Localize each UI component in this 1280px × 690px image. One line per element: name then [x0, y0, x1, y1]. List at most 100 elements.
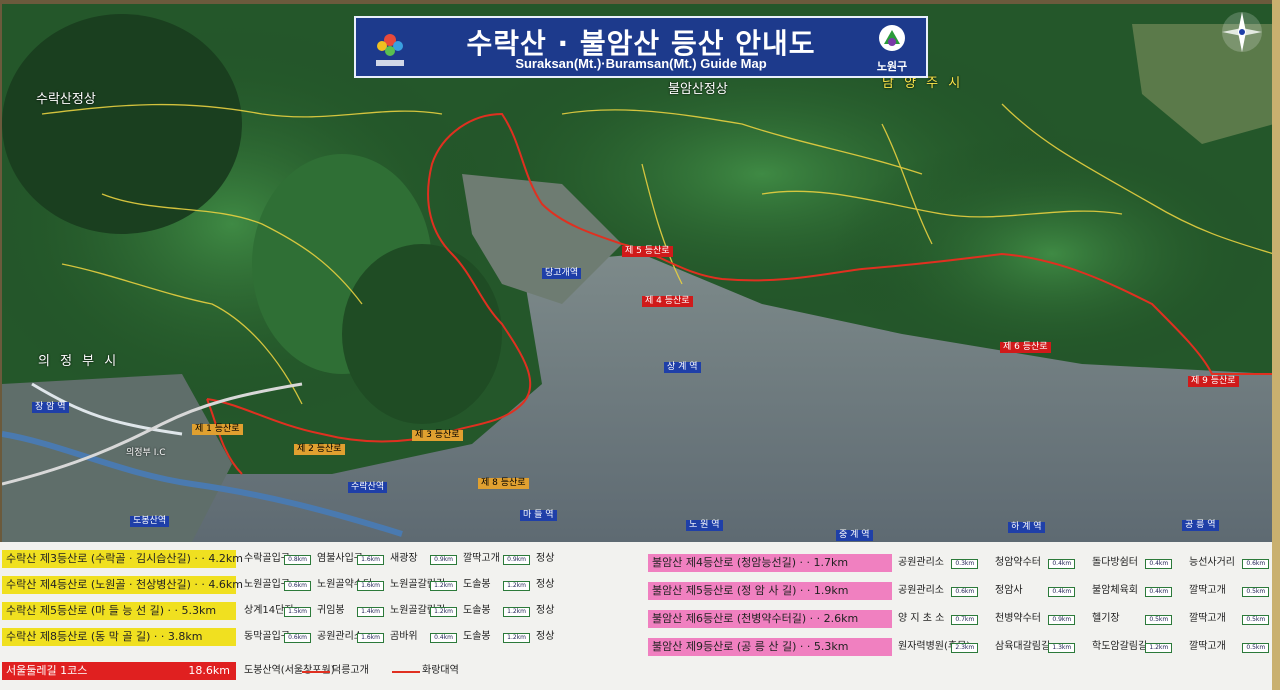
- route-stop: 도솔봉: [463, 605, 491, 616]
- dulle-stop: 화랑대역: [422, 665, 459, 676]
- route-stop: 양 지 초 소: [898, 613, 945, 624]
- route-stop: 정암사: [995, 585, 1023, 596]
- route-distance: 0.4km: [1145, 559, 1173, 569]
- dulle-row: 서울둘레길 1코스 18.6km 도봉산역(서울창포원) 덕릉고개 화랑대역: [2, 662, 642, 684]
- route-stop: 깔딱고개: [1189, 641, 1226, 652]
- route-distance: 0.4km: [1145, 587, 1173, 597]
- map-terrain: [2, 4, 1274, 542]
- route-label-right-3: 불암산 제9등산로 (공 릉 산 길) · · 5.3km: [648, 638, 892, 656]
- trail-marker-3: 제 3 등산로: [412, 430, 463, 441]
- trail-marker-5: 제 5 등산로: [622, 246, 673, 257]
- route-distance: 1.3km: [1048, 643, 1076, 653]
- route-distance: 0.5km: [1242, 643, 1270, 653]
- route-distance: 0.5km: [1145, 615, 1173, 625]
- dulle-label: 서울둘레길 1코스 18.6km: [2, 662, 236, 680]
- route-distance: 0.5km: [1242, 615, 1270, 625]
- route-label-left-3: 수락산 제8등산로 (동 막 골 길) · · 3.8km: [2, 628, 236, 646]
- nowon-logo-icon: 노원구: [870, 22, 914, 74]
- compass-icon: [1220, 10, 1264, 54]
- route-distance: 1.2km: [503, 607, 531, 617]
- station-junggye: 중 계 역: [836, 530, 873, 541]
- route-stop: 정상: [536, 631, 555, 642]
- route-label-left-0: 수락산 제3등산로 (수락골 · 김시습산길) · · 4.2km: [2, 550, 243, 568]
- trail-marker-6: 제 6 등산로: [1000, 342, 1051, 353]
- route-distance: 1.6km: [357, 555, 385, 565]
- station-danggogae: 당고개역: [542, 268, 582, 279]
- route-distance: 0.6km: [1242, 559, 1270, 569]
- route-label-left-1: 수락산 제4등산로 (노원골 · 천상병산길) · · 4.6km: [2, 576, 243, 594]
- route-distance: 0.4km: [1048, 587, 1076, 597]
- dulle-stop: 덕릉고개: [332, 665, 369, 676]
- route-distance: 0.3km: [951, 559, 979, 569]
- route-stop: 깔딱고개: [1189, 613, 1226, 624]
- route-stop: 공원관리소: [898, 585, 944, 596]
- place-uijeongbu-ic: 의정부 I.C: [126, 448, 166, 458]
- route-distance: 0.5km: [1242, 587, 1270, 597]
- city-label-uijeongbu: 의 정 부 시: [38, 354, 120, 369]
- route-distance: 0.6km: [284, 633, 312, 643]
- route-distance: 1.2km: [430, 607, 458, 617]
- route-stop: 정상: [536, 605, 555, 616]
- route-distance: 0.8km: [284, 555, 312, 565]
- dulle-line: [302, 671, 330, 673]
- route-stop: 동막골입구: [244, 631, 290, 642]
- station-hagye: 하 계 역: [1008, 522, 1045, 533]
- route-row-left-2: 수락산 제5등산로 (마 들 능 선 길) · · 5.3km 상계14단지 1.5…: [2, 602, 642, 624]
- station-suraksan: 수락산역: [348, 482, 388, 493]
- route-distance: 1.2km: [503, 581, 531, 591]
- route-stop: 불암체육회: [1092, 585, 1138, 596]
- title-banner: 수락산 · 불암산 등산 안내도 Suraksan(Mt.)·Buramsan(…: [354, 16, 928, 78]
- peak-label-suraksan: 수락산정상: [36, 92, 96, 107]
- route-label-right-2: 불암산 제6등산로 (천병약수터길) · · 2.6km: [648, 610, 892, 628]
- route-stop: 염불사입구: [317, 553, 363, 564]
- station-jangam: 장 암 역: [32, 402, 69, 413]
- route-stop: 정상: [536, 579, 555, 590]
- satellite-map: 수락산정상 불암산정상 의 정 부 시 남 양 주 시 장 암 역 도봉산역 수…: [2, 4, 1274, 542]
- route-distance: 0.9km: [430, 555, 458, 565]
- route-stop: 정상: [536, 553, 555, 564]
- trail-marker-2: 제 2 등산로: [294, 444, 345, 455]
- route-label-right-1: 불암산 제5등산로 (정 암 사 길) · · 1.9km: [648, 582, 892, 600]
- route-label-left-2: 수락산 제5등산로 (마 들 능 선 길) · · 5.3km: [2, 602, 236, 620]
- route-distance: 1.2km: [430, 581, 458, 591]
- route-distance: 1.2km: [503, 633, 531, 643]
- route-distance: 1.6km: [357, 633, 385, 643]
- station-gongneung: 공 릉 역: [1182, 520, 1219, 531]
- route-stop: 도솔봉: [463, 579, 491, 590]
- route-stop: 귀임봉: [317, 605, 345, 616]
- dulle-line: [392, 671, 420, 673]
- dulle-name: 서울둘레길 1코스: [6, 664, 88, 677]
- route-stop: 수락골입구: [244, 553, 290, 564]
- station-sanggye: 상 계 역: [664, 362, 701, 373]
- route-stop: 공원관리소: [898, 557, 944, 568]
- route-stop: 도솔봉: [463, 631, 491, 642]
- guide-board: 수락산정상 불암산정상 의 정 부 시 남 양 주 시 장 암 역 도봉산역 수…: [0, 0, 1280, 690]
- route-stop: 학도암갈림길: [1092, 641, 1148, 652]
- route-stop: 천병약수터: [995, 613, 1041, 624]
- route-stop: 헬기장: [1092, 613, 1120, 624]
- route-distance: 0.7km: [951, 615, 979, 625]
- route-row-right-0: 불암산 제4등산로 (청암능선길) · · 1.7km 공원관리소 0.3km 청암약…: [648, 554, 1280, 576]
- route-row-left-0: 수락산 제3등산로 (수락골 · 김시습산길) · · 4.2km 수락골입구 0.…: [2, 550, 642, 572]
- org-name: 노원구: [876, 60, 908, 73]
- route-distance: 0.6km: [951, 587, 979, 597]
- trail-marker-9: 제 9 등산로: [1188, 376, 1239, 387]
- route-row-left-1: 수락산 제4등산로 (노원골 · 천상병산길) · · 4.6km 노원골입구 0.…: [2, 576, 642, 598]
- route-distance: 0.4km: [1048, 559, 1076, 569]
- trail-marker-4: 제 4 등산로: [642, 296, 693, 307]
- trail-marker-1: 제 1 등산로: [192, 424, 243, 435]
- route-row-left-3: 수락산 제8등산로 (동 막 골 길) · · 3.8km 동막골입구 0.6km 공…: [2, 628, 642, 650]
- route-stop: 깔딱고개: [1189, 585, 1226, 596]
- route-distance: 1.2km: [1145, 643, 1173, 653]
- route-distance: 0.9km: [503, 555, 531, 565]
- route-row-right-2: 불암산 제6등산로 (천병약수터길) · · 2.6km 양 지 초 소 0.7km…: [648, 610, 1280, 632]
- dulle-distance: 18.6km: [188, 664, 230, 677]
- route-distance: 1.4km: [357, 607, 385, 617]
- peak-label-buramsan: 불암산정상: [668, 82, 728, 97]
- route-stop: 새광장: [390, 553, 418, 564]
- route-stop: 곰바위: [390, 631, 418, 642]
- route-distance: 0.6km: [284, 581, 312, 591]
- route-distance: 0.4km: [430, 633, 458, 643]
- route-stop: 능선사거리: [1189, 557, 1235, 568]
- route-distance: 1.5km: [284, 607, 312, 617]
